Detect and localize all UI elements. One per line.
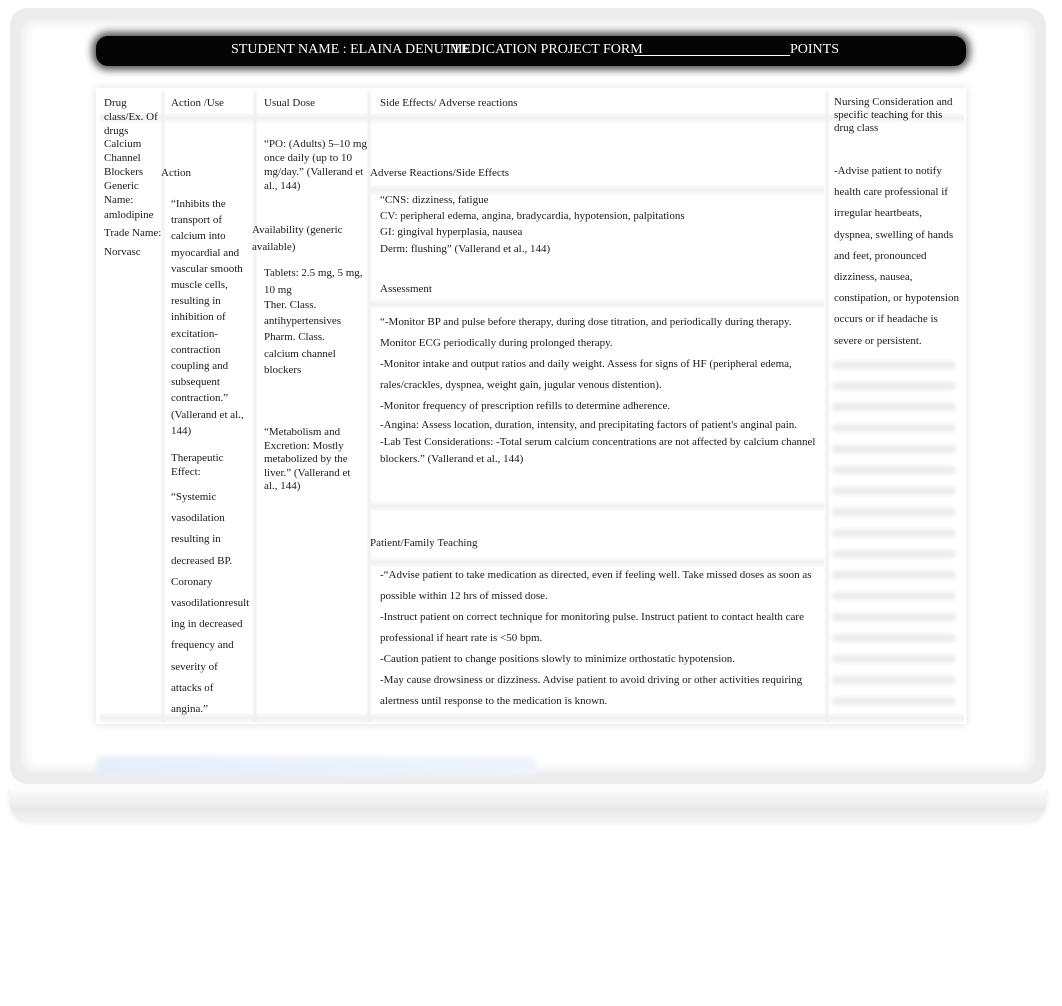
header-action-use: Action /Use — [171, 97, 224, 109]
class-info: Ther. Class. antihypertensives Pharm. Cl… — [264, 297, 368, 378]
usual-dose-text: “PO: (Adults) 5–10 mg once daily (up to … — [264, 138, 367, 192]
therapeutic-effect-text: “Systemic vasodilation resulting in decr… — [171, 487, 261, 720]
pharm-class-label: Pharm. Class. — [264, 331, 325, 344]
header-side-effects: Side Effects/ Adverse reactions — [380, 97, 518, 109]
therapeutic-line: severity of — [171, 660, 218, 673]
nursing-line: health care professional if — [834, 186, 948, 199]
assessment-label: Assessment — [380, 283, 432, 295]
assessment-line: rales/crackles, dyspnea, weight gain, ju… — [380, 379, 662, 391]
therapeutic-line: ing in decreased — [171, 618, 243, 631]
action-line: “Inhibits the — [171, 198, 226, 210]
assessment-list: “-Monitor BP and pulse before therapy, d… — [380, 312, 815, 468]
action-line: inhibition of — [171, 311, 226, 324]
trade-label: Trade Name: — [104, 227, 162, 239]
adverse-reaction-line: GI: gingival hyperplasia, nausea — [380, 226, 523, 239]
row-divider — [370, 500, 824, 512]
generic-label: Generic Name: — [104, 180, 139, 206]
nursing-text: -Advise patient to notify health care pr… — [834, 161, 960, 352]
therapeutic-line: frequency and — [171, 639, 234, 652]
teaching-line: alertness until response to the medicati… — [380, 695, 608, 707]
therapeutic-line: attacks of — [171, 681, 214, 694]
nursing-line: irregular heartbeats, — [834, 207, 922, 220]
tablets-text: Tablets: 2.5 mg, 5 mg, 10 mg — [264, 267, 363, 296]
teaching-line: professional if heart rate is <50 bpm. — [380, 632, 543, 644]
assessment-line: -Lab Test Considerations: -Total serum c… — [380, 436, 816, 448]
blurred-preview-content — [828, 348, 960, 724]
therapeutic-line: “Systemic — [171, 491, 217, 503]
teaching-line: -Caution patient to change positions slo… — [380, 653, 736, 665]
adverse-reactions-list: “CNS: dizziness, fatigue CV: peripheral … — [380, 192, 685, 257]
action-line: (Vallerand et al., — [171, 408, 244, 421]
nursing-line: dizziness, nausea, — [834, 271, 913, 284]
therapeutic-line: angina.” — [171, 703, 208, 716]
student-name: STUDENT NAME : ELAINA DENUTTE — [231, 42, 470, 57]
ther-class-label: Ther. Class. — [264, 299, 317, 311]
row-divider — [370, 298, 824, 310]
assessment-line: Monitor ECG periodically during prolonge… — [380, 337, 613, 349]
header-drug-class: Drug class/Ex. Of drugs — [104, 97, 158, 137]
teaching-label: Patient/Family Teaching — [370, 537, 478, 549]
availability-label: Availability (generic available) — [252, 224, 343, 253]
assessment-line: -Monitor intake and output ratios and da… — [380, 358, 792, 370]
action-line: subsequent — [171, 376, 220, 389]
points-label: POINTS — [790, 42, 840, 57]
action-line: resulting in — [171, 295, 221, 308]
trade-name: Norvasc — [104, 246, 141, 258]
drug-class-line: Calcium — [104, 138, 142, 150]
action-line: contraction.” — [171, 392, 229, 405]
metabolism-text: “Metabolism and Excretion: Mostly metabo… — [264, 426, 351, 492]
drug-class-cell: Calcium Channel Blockers Generic Name: a… — [104, 137, 162, 259]
therapeutic-line: resulting in — [171, 533, 221, 546]
therapeutic-effect-label: Therapeutic Effect: — [171, 452, 224, 478]
nursing-line: and feet, pronounced — [834, 249, 927, 262]
adverse-reaction-line: “CNS: dizziness, fatigue — [380, 194, 489, 206]
action-line: 144) — [171, 424, 192, 437]
teaching-line: -Instruct patient on correct technique f… — [380, 611, 804, 623]
action-label: Action — [161, 167, 191, 179]
points-blank-line — [634, 55, 790, 56]
drug-class-line: Channel — [104, 152, 141, 164]
action-line: contraction — [171, 343, 221, 356]
therapeutic-line: vasodilationresult — [171, 597, 250, 610]
therapeutic-line: decreased BP. — [171, 554, 233, 567]
teaching-line: possible within 12 hrs of missed dose. — [380, 590, 548, 602]
action-line: excitation- — [171, 327, 219, 340]
action-line: vascular smooth — [171, 262, 243, 275]
action-text: “Inhibits the transport of calcium into … — [171, 196, 257, 439]
header-nursing: Nursing Consideration and specific teach… — [834, 96, 953, 134]
therapeutic-line: vasodilation — [171, 512, 225, 525]
nursing-line: dyspnea, swelling of hands — [834, 228, 954, 241]
adverse-reaction-line: Derm: flushing” (Vallerand et al., 144) — [380, 242, 551, 255]
assessment-line: -Monitor frequency of prescription refil… — [380, 400, 671, 412]
pharm-class-value: calcium channel blockers — [264, 347, 336, 376]
drug-class-line: Blockers — [104, 166, 144, 178]
nursing-line: constipation, or hypotension — [834, 292, 959, 305]
therapeutic-line: Coronary — [171, 575, 213, 588]
nursing-line: occurs or if headache is — [834, 313, 938, 326]
form-title-bar: STUDENT NAME : ELAINA DENUTTE MEDICATION… — [96, 36, 966, 66]
form-title: MEDICATION PROJECT FORM — [450, 42, 643, 57]
action-line: coupling and — [171, 360, 229, 373]
adverse-reaction-line: CV: peripheral edema, angina, bradycardi… — [380, 210, 685, 223]
header-usual-dose: Usual Dose — [264, 97, 316, 109]
assessment-line: blockers.” (Vallerand et al., 144) — [380, 453, 524, 465]
ther-class-value: antihypertensives — [264, 315, 341, 328]
blurred-link[interactable] — [96, 756, 536, 776]
teaching-line: -“Advise patient to take medication as d… — [380, 569, 812, 581]
assessment-line: -Angina: Assess location, duration, inte… — [380, 419, 798, 431]
teaching-line: -May cause drowsiness or dizziness. Advi… — [380, 674, 803, 686]
action-line: muscle cells, — [171, 279, 228, 292]
action-line: calcium into — [171, 230, 226, 243]
assessment-line: “-Monitor BP and pulse before therapy, d… — [380, 316, 792, 328]
action-line: myocardial and — [171, 246, 240, 259]
adverse-reactions-label: Adverse Reactions/Side Effects — [370, 167, 510, 179]
page-bottom-edge — [10, 786, 1046, 820]
generic-name: amlodipine — [104, 209, 154, 221]
nursing-line: -Advise patient to notify — [834, 165, 942, 177]
action-line: transport of — [171, 214, 223, 227]
teaching-list: -“Advise patient to take medication as d… — [380, 565, 812, 712]
